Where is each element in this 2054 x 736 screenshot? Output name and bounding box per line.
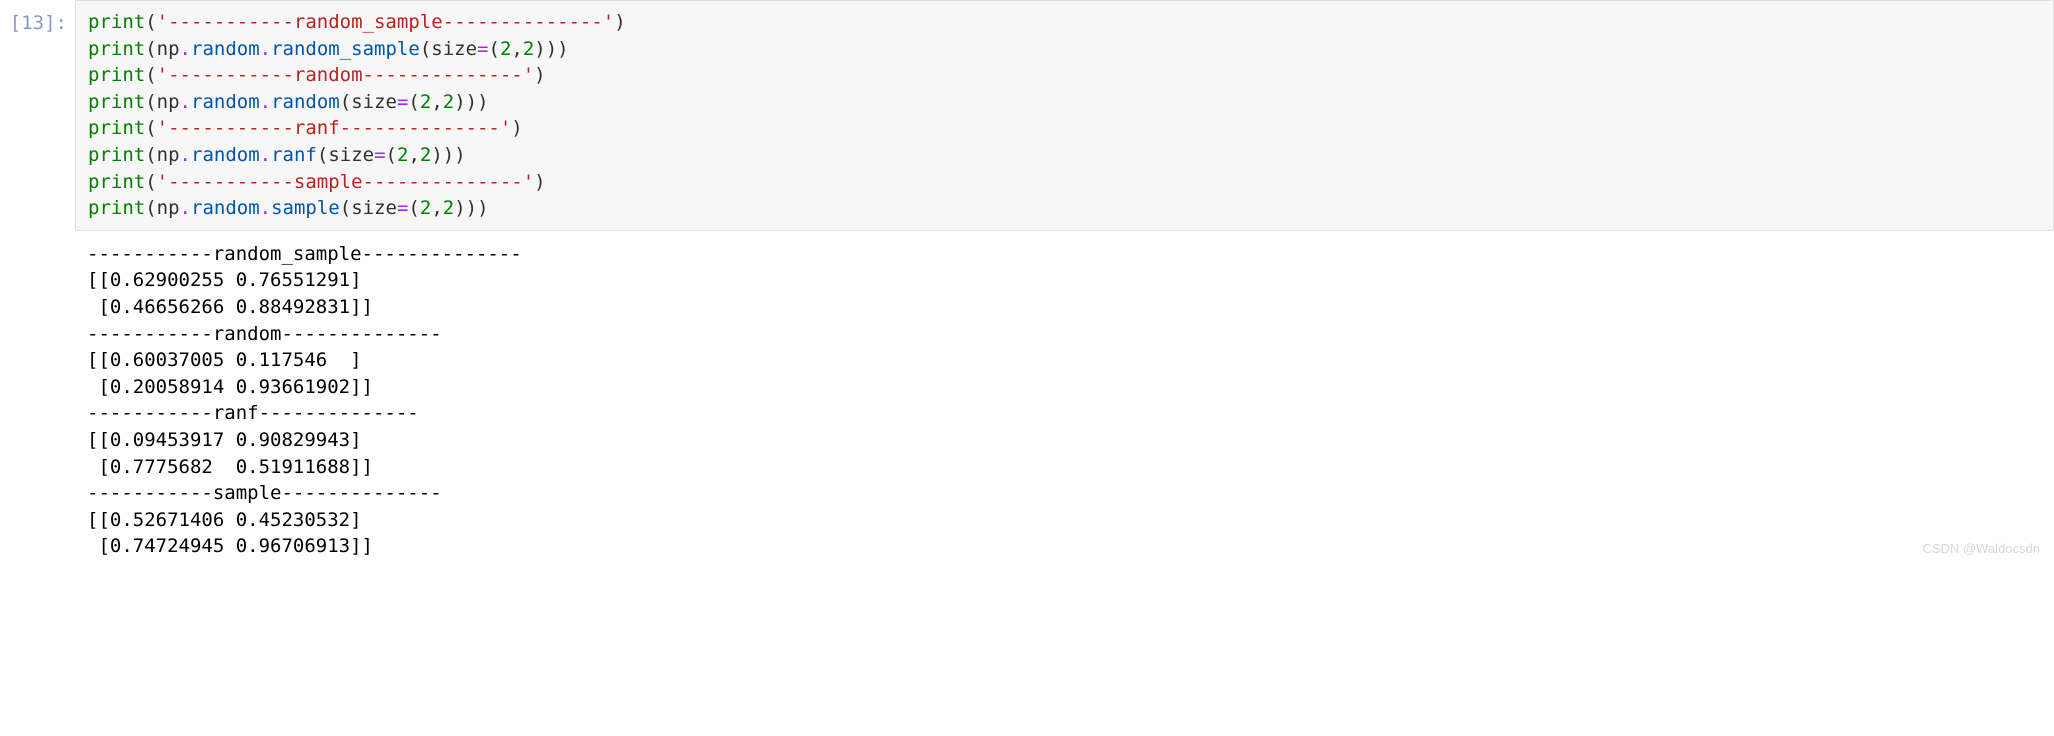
- code-input[interactable]: print('-----------random_sample---------…: [75, 0, 2054, 231]
- code-output: -----------random_sample-------------- […: [75, 237, 2054, 564]
- prompt-area: [13]:: [0, 0, 75, 37]
- cell-content: print('-----------random_sample---------…: [75, 0, 2054, 564]
- code-line[interactable]: print('-----------random--------------'): [88, 62, 2041, 89]
- code-line[interactable]: print(np.random.random_sample(size=(2,2)…: [88, 36, 2041, 63]
- code-line[interactable]: print(np.random.ranf(size=(2,2))): [88, 142, 2041, 169]
- cell-prompt: [13]:: [10, 12, 67, 34]
- code-line[interactable]: print(np.random.random(size=(2,2))): [88, 89, 2041, 116]
- code-line[interactable]: print('-----------random_sample---------…: [88, 9, 2041, 36]
- code-line[interactable]: print('-----------ranf--------------'): [88, 115, 2041, 142]
- notebook-cell: [13]: print('-----------random_sample---…: [0, 0, 2054, 564]
- code-line[interactable]: print(np.random.sample(size=(2,2))): [88, 195, 2041, 222]
- code-line[interactable]: print('-----------sample--------------'): [88, 169, 2041, 196]
- watermark: CSDN @Waldocsdn: [1923, 540, 2040, 558]
